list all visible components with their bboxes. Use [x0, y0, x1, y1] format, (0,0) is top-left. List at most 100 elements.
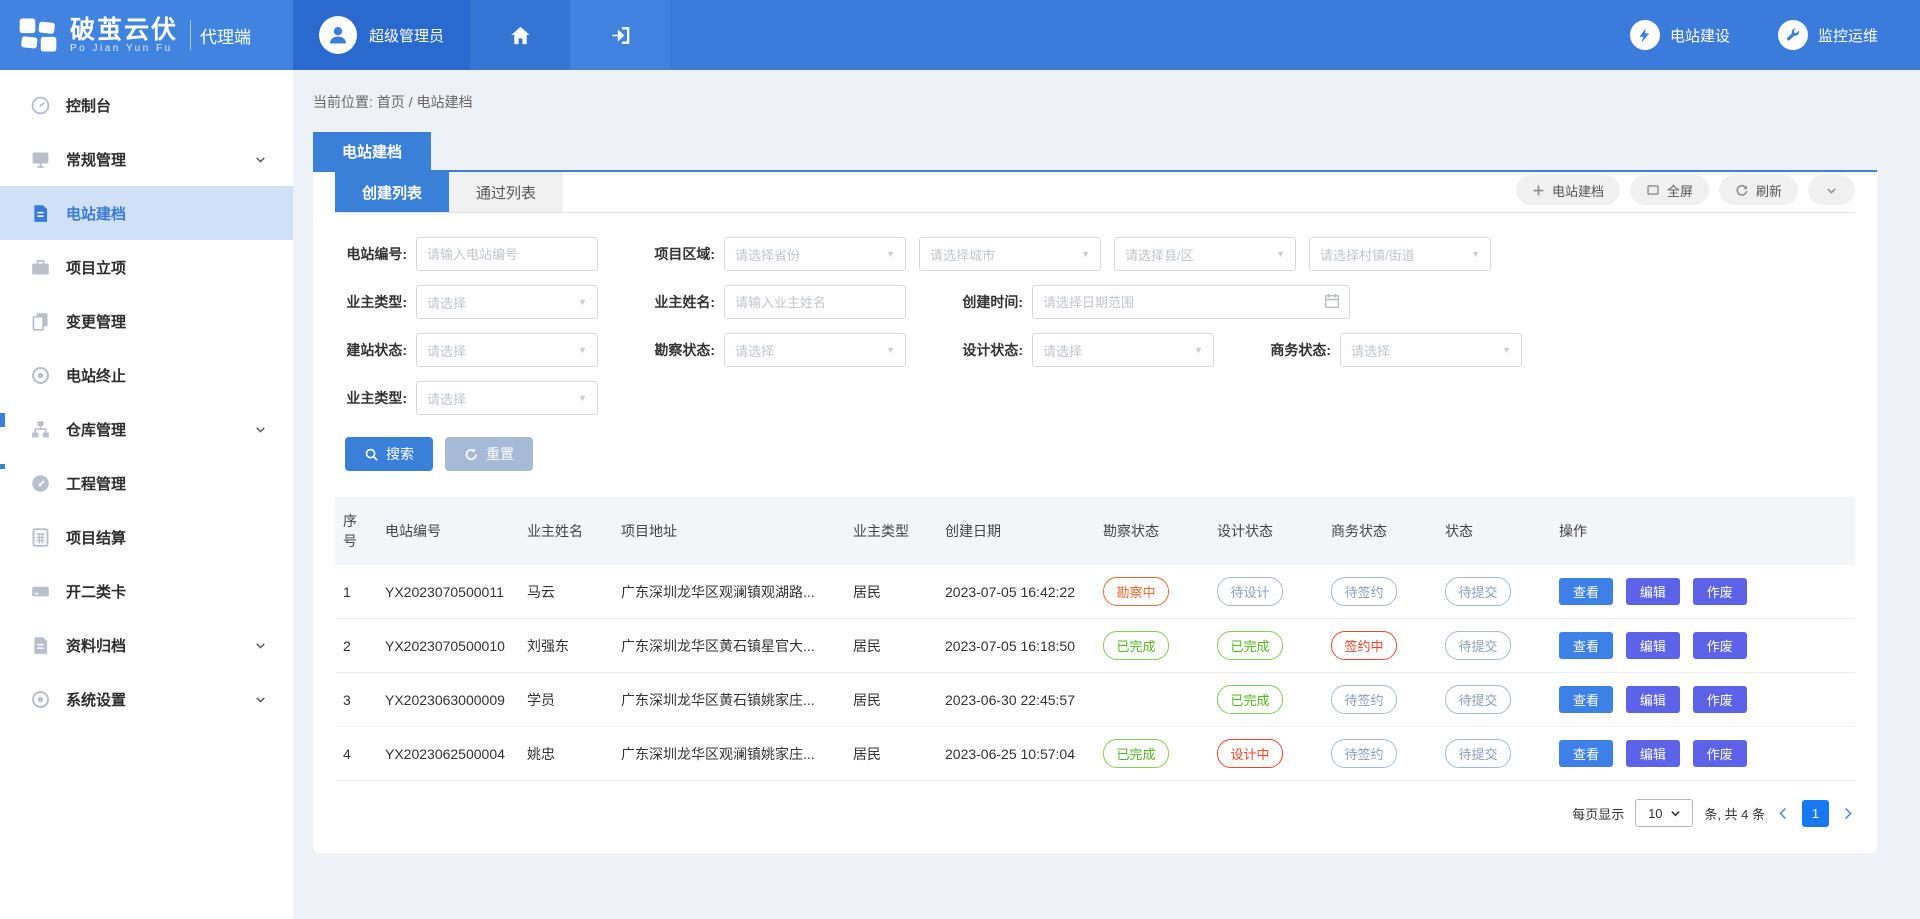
- sidebar-item-station-filing[interactable]: 电站建档: [0, 186, 293, 240]
- owner-type-2-select[interactable]: 请选择▼: [416, 381, 598, 415]
- sidebar-item-warehouse-mgmt[interactable]: 仓库管理: [0, 402, 293, 456]
- view-button[interactable]: 查看: [1559, 740, 1613, 767]
- reset-button[interactable]: 重置: [445, 437, 533, 471]
- gauge-icon: [30, 473, 51, 494]
- table-row: 2 YX2023070500010 刘强东 广东深圳龙华区黄石镇星官大... 居…: [335, 619, 1855, 673]
- sidebar-item-type2-card[interactable]: 开二类卡: [0, 564, 293, 618]
- view-button[interactable]: 查看: [1559, 632, 1613, 659]
- sidebar-item-project-approval[interactable]: 项目立项: [0, 240, 293, 294]
- filter-label: 勘察状态:: [643, 340, 715, 360]
- status-badge: 待提交: [1445, 739, 1511, 768]
- collapse-toolbar-button[interactable]: [1808, 175, 1855, 205]
- lightning-icon: [1630, 20, 1660, 50]
- view-button[interactable]: 查看: [1559, 578, 1613, 605]
- user-menu[interactable]: 超级管理员: [293, 0, 470, 70]
- sitemap-icon: [30, 419, 51, 440]
- status-badge: 已完成: [1217, 685, 1283, 714]
- caret-down-icon: ▼: [886, 345, 895, 355]
- county-select[interactable]: 请选择县/区▼: [1114, 237, 1296, 271]
- caret-down-icon: ▼: [1502, 345, 1511, 355]
- sidebar-item-console[interactable]: 控制台: [0, 78, 293, 132]
- status-badge: 勘察中: [1103, 577, 1169, 606]
- filter-label: 业主姓名:: [643, 292, 715, 312]
- user-name: 超级管理员: [369, 25, 444, 46]
- refresh-button[interactable]: 刷新: [1719, 175, 1798, 205]
- sidebar-item-system-settings[interactable]: 系统设置: [0, 672, 293, 726]
- sidebar-scrollbar[interactable]: [0, 464, 5, 469]
- sidebar-item-label: 电站建档: [66, 203, 126, 224]
- void-button[interactable]: 作废: [1693, 686, 1747, 713]
- edit-button[interactable]: 编辑: [1626, 632, 1680, 659]
- date-range-input[interactable]: [1032, 285, 1350, 319]
- filter-form: 电站编号: 项目区域: 请选择省份▼ 请选择城市▼ 请选择县/区▼: [335, 213, 1855, 471]
- stations-table: 序号 电站编号 业主姓名 项目地址 业主类型 创建日期 勘察状态 设计状态 商务…: [335, 497, 1855, 781]
- nav-station-build-label: 电站建设: [1670, 25, 1730, 46]
- page-number[interactable]: 1: [1802, 800, 1829, 827]
- logout-button[interactable]: [570, 0, 670, 70]
- nav-monitor-ops-label: 监控运维: [1818, 25, 1878, 46]
- sidebar: 控制台 常规管理 电站建档 项目立项: [0, 70, 293, 919]
- filter-business-status: 商务状态: 请选择▼: [1259, 333, 1522, 367]
- sidebar-item-archives[interactable]: 资料归档: [0, 618, 293, 672]
- sidebar-item-station-termination[interactable]: 电站终止: [0, 348, 293, 402]
- filter-build-status: 建站状态: 请选择▼: [335, 333, 598, 367]
- create-station-button[interactable]: 电站建档: [1516, 175, 1620, 205]
- calendar-icon[interactable]: [1323, 292, 1341, 310]
- design-status-select[interactable]: 请选择▼: [1032, 333, 1214, 367]
- home-button[interactable]: [470, 0, 570, 70]
- table-row: 3 YX2023063000009 学员 广东深圳龙华区黄石镇姚家庄... 居民…: [335, 673, 1855, 727]
- town-select[interactable]: 请选择村镇/街道▼: [1309, 237, 1491, 271]
- nav-monitor-ops[interactable]: 监控运维: [1778, 20, 1878, 50]
- city-select[interactable]: 请选择城市▼: [919, 237, 1101, 271]
- logout-icon: [609, 24, 632, 47]
- chevron-down-icon: [254, 693, 267, 706]
- sidebar-item-label: 控制台: [66, 95, 111, 116]
- col-owner: 业主姓名: [519, 497, 613, 565]
- col-owner-type: 业主类型: [845, 497, 937, 565]
- col-address: 项目地址: [613, 497, 845, 565]
- void-button[interactable]: 作废: [1693, 578, 1747, 605]
- col-code: 电站编号: [377, 497, 519, 565]
- col-actions: 操作: [1551, 497, 1855, 565]
- void-button[interactable]: 作废: [1693, 632, 1747, 659]
- edit-button[interactable]: 编辑: [1626, 686, 1680, 713]
- page-tab-station-filing[interactable]: 电站建档: [313, 132, 431, 170]
- table-header-row: 序号 电站编号 业主姓名 项目地址 业主类型 创建日期 勘察状态 设计状态 商务…: [335, 497, 1855, 565]
- status-badge: 签约中: [1331, 631, 1397, 660]
- prev-page-button[interactable]: [1776, 806, 1791, 821]
- sidebar-item-label: 资料归档: [66, 635, 126, 656]
- search-button[interactable]: 搜索: [345, 437, 433, 471]
- build-status-select[interactable]: 请选择▼: [416, 333, 598, 367]
- tab-passed-list[interactable]: 通过列表: [449, 172, 563, 212]
- fullscreen-button[interactable]: 全屏: [1630, 175, 1709, 205]
- sidebar-item-change-mgmt[interactable]: 变更管理: [0, 294, 293, 348]
- chevron-down-icon: [254, 639, 267, 652]
- sidebar-item-project-settlement[interactable]: 项目结算: [0, 510, 293, 564]
- per-page-select[interactable]: 10: [1635, 799, 1693, 827]
- province-select[interactable]: 请选择省份▼: [724, 237, 906, 271]
- owner-type-select[interactable]: 请选择▼: [416, 285, 598, 319]
- nav-station-build[interactable]: 电站建设: [1630, 20, 1730, 50]
- edit-button[interactable]: 编辑: [1626, 578, 1680, 605]
- business-status-select[interactable]: 请选择▼: [1340, 333, 1522, 367]
- table-row: 4 YX2023062500004 姚忠 广东深圳龙华区观澜镇姚家庄... 居民…: [335, 727, 1855, 781]
- document-icon: [30, 203, 51, 224]
- chevron-left-icon: [1776, 806, 1791, 821]
- breadcrumb-path[interactable]: 首页 / 电站建档: [377, 94, 473, 110]
- filter-label: 电站编号:: [335, 244, 407, 264]
- tab-create-list[interactable]: 创建列表: [335, 172, 449, 212]
- next-page-button[interactable]: [1840, 806, 1855, 821]
- caret-down-icon: ▼: [578, 345, 587, 355]
- caret-down-icon: ▼: [1276, 249, 1285, 259]
- void-button[interactable]: 作废: [1693, 740, 1747, 767]
- survey-status-select[interactable]: 请选择▼: [724, 333, 906, 367]
- plus-icon: [1532, 184, 1545, 197]
- sidebar-item-general-mgmt[interactable]: 常规管理: [0, 132, 293, 186]
- view-button[interactable]: 查看: [1559, 686, 1613, 713]
- per-page-label: 每页显示: [1572, 804, 1624, 823]
- sidebar-item-engineering-mgmt[interactable]: 工程管理: [0, 456, 293, 510]
- edit-button[interactable]: 编辑: [1626, 740, 1680, 767]
- station-code-input[interactable]: [416, 237, 598, 271]
- owner-name-input[interactable]: [724, 285, 906, 319]
- sidebar-scrollbar[interactable]: [0, 413, 5, 427]
